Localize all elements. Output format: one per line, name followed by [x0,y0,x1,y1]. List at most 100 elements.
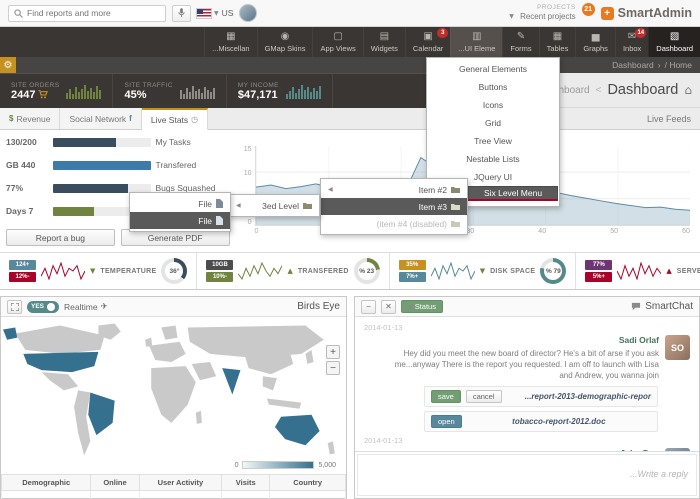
collapse-button[interactable]: − [361,300,376,314]
nav-item-forms[interactable]: ✎Forms [502,27,538,57]
region-indonesia [267,399,302,409]
menu-item-2[interactable]: ◀ Item #2 [321,181,467,198]
disk-space-badge-top: 35% [399,260,426,270]
search-input[interactable] [27,8,160,18]
close-button[interactable]: ✕ [381,300,396,314]
region-se-asia [263,376,277,390]
file-icon [216,216,223,225]
nav-item-miscellaneous[interactable]: ▦...Miscellan [204,27,257,57]
menu-item-icons[interactable]: Icons [427,96,559,114]
tab-social-network[interactable]: Social Networkf [60,108,141,129]
menu-item-nestable-lists[interactable]: Nestable Lists [427,150,559,168]
world-map[interactable]: + − 0 5,000 [1,317,346,474]
app-views-icon: ▢ [333,32,342,42]
settings-gear-button[interactable]: ⚙ [0,57,16,73]
file-submenu: File File [129,192,231,232]
reply-input[interactable] [357,454,697,496]
language-selector[interactable]: ▼ US [197,8,233,18]
breadcrumb-home[interactable]: / Home [665,60,692,70]
disk-space-gauge: % 79 [540,258,566,284]
realtime-label: Realtime [64,302,98,312]
my-income-sparkbars [286,83,321,99]
menu-item-3[interactable]: Item #3 [321,198,467,215]
nav-item-dashboard[interactable]: ▧Dashboard [648,27,700,57]
chat-date: 2014-01-13 [364,323,690,332]
zoom-in-button[interactable]: + [326,345,340,359]
avatar[interactable]: SO [665,335,690,360]
menu-item-six-level-menu[interactable]: Six Level Menu [468,186,558,201]
nav-item-ui-elements[interactable]: ▥...UI Eleme [450,27,502,57]
dashboard-icon: ▧ [670,32,679,42]
tab-revenue[interactable]: $Revenue [0,108,60,129]
user-avatar[interactable] [239,4,257,22]
file-icon [216,199,223,208]
home-icon[interactable]: ⌂ [684,83,692,97]
ui-elements-icon: ▥ [472,32,481,42]
folder-icon [451,220,460,227]
region-mexico [42,372,79,390]
nav-item-graphs[interactable]: ▅Graphs [575,27,615,57]
save-button[interactable]: save [431,390,461,403]
recent-projects-label: Recent projects [520,12,576,22]
nav-item-tables[interactable]: ▦Tables [539,27,576,57]
chevron-left-icon: ◀ [328,186,333,193]
attachment-filename[interactable]: ...report-2013-demographic-repor [525,392,651,401]
widget-tabs: $Revenue Social Networkf Live Stats◷ Liv… [0,108,700,130]
realtime-toggle[interactable]: YES [27,301,59,313]
trend-down-icon: ▼ [90,267,95,275]
stat-my-income[interactable]: MY INCOME $47,171 [227,74,333,108]
birds-eye-panel: YES Realtime✈ Birds Eye [0,296,347,499]
nav-item-app-views[interactable]: ▢App Views [312,27,362,57]
region-madagascar [196,411,202,424]
tab-live-stats[interactable]: Live Stats◷ [142,108,208,130]
smartchat-panel: − ✕ ▼ Status SmartChat 2014-01-13 Sadi O… [354,296,700,499]
menu-item-grid[interactable]: Grid [427,114,559,132]
plane-icon: ✈ [101,302,108,312]
status-dropdown[interactable]: ▼ Status [401,300,443,313]
col-user-activity[interactable]: User Activity [139,475,222,491]
open-button[interactable]: open [431,415,462,428]
temperature-badge-top: 124+ [9,260,36,270]
col-visits[interactable]: Visits [222,475,270,491]
menu-item-buttons[interactable]: Buttons [427,78,559,96]
region-new-zealand [328,441,335,454]
chat-message-list[interactable]: 2014-01-13 Sadi Orlaf Hey did you meet t… [355,317,699,451]
facebook-icon: f [129,114,132,123]
folder-icon [451,186,460,193]
region-usa [23,352,98,372]
disk-space-sparkline [431,262,475,280]
col-demographic[interactable]: Demographic [2,475,91,491]
live-feeds-label: Live Feeds [647,108,700,129]
fullscreen-button[interactable] [7,300,22,314]
voice-command-button[interactable] [172,5,191,22]
nav-item-calendar[interactable]: 3▣Calendar [405,27,450,57]
nav-item-inbox[interactable]: 14✉Inbox [615,27,648,57]
chat-message-text: Hey did you meet the new board of direct… [395,349,659,380]
server-load-sparkline [617,262,661,280]
breadcrumb[interactable]: Dashboard [612,60,654,70]
report-bug-button[interactable]: Report a bug [6,229,115,246]
temperature-gauge: 36° [161,258,187,284]
attachment-filename[interactable]: tobacco-report-2012.doc [512,417,605,426]
cancel-button[interactable]: cancel [466,390,502,403]
mini-stat-server-load: 77% 5%+ ▲ SERVER LOAD % 23 [576,253,700,289]
region-europe [149,342,186,362]
nav-item-gmap-skins[interactable]: ◉GMap Skins [257,27,313,57]
menu-item-file[interactable]: File [130,195,230,212]
server-load-badge-top: 77% [585,260,612,270]
stat-site-orders[interactable]: SITE ORDERS 2447 [0,74,113,108]
smartchat-header: − ✕ ▼ Status SmartChat [355,297,699,317]
stat-site-traffic[interactable]: SITE TRAFFIC 45% [113,74,226,108]
col-country[interactable]: Country [270,475,346,491]
menu-item-3rd-level[interactable]: ◀ 3ed Level [229,197,319,214]
nav-item-widgets[interactable]: ▤Widgets [363,27,405,57]
menu-item-general-elements[interactable]: General Elements [427,60,559,78]
zoom-out-button[interactable]: − [326,361,340,375]
chevron-down-icon: ▼ [509,13,514,20]
chat-sender-name[interactable]: Sadi Orlaf [387,335,659,347]
col-online[interactable]: Online [91,475,139,491]
menu-item-tree-view[interactable]: Tree View [427,132,559,150]
menu-item-file-hover[interactable]: File [130,212,230,229]
recent-projects-dropdown[interactable]: PROJECTS ▼ Recent projects [509,4,575,21]
notifications-badge[interactable]: 21 [582,3,595,16]
